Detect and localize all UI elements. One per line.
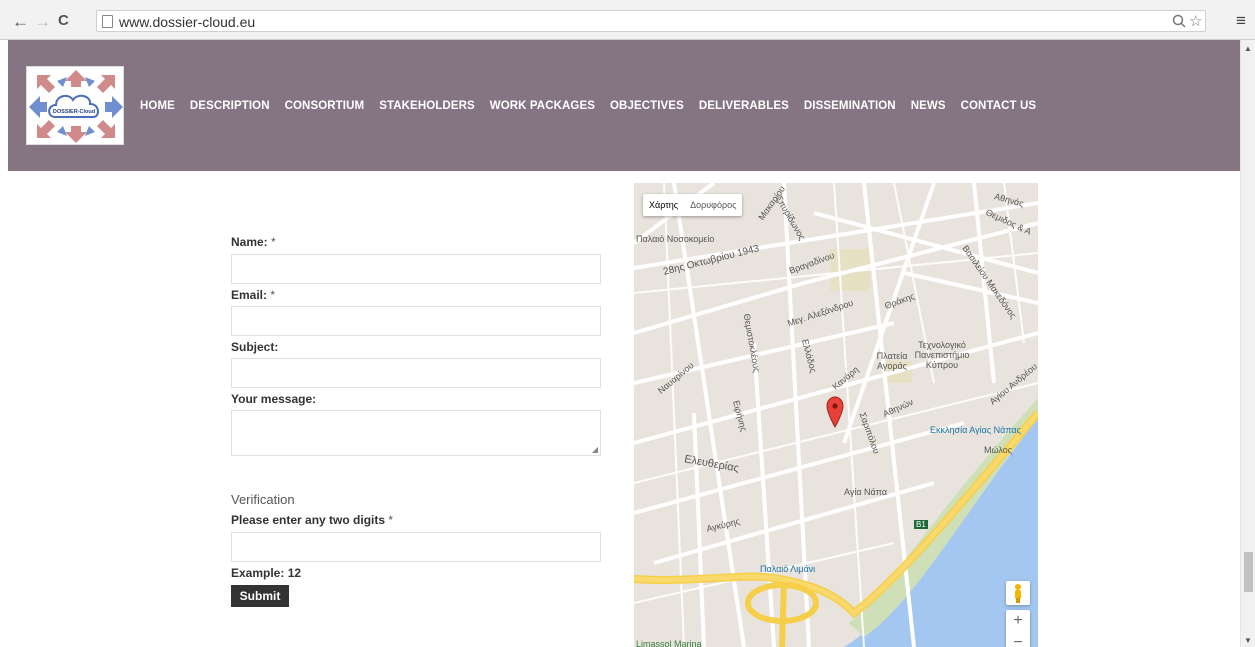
scroll-thumb[interactable] [1244,552,1253,592]
example-text: Example: 12 [231,566,302,580]
nav-consortium[interactable]: CONSORTIUM [285,100,365,112]
map-label: Παλαιό Λιμάνι [760,564,816,574]
resize-grip-icon[interactable]: ◢ [592,445,598,454]
url-text[interactable]: www.dossier-cloud.eu [119,14,255,30]
map-type-toggle: Χάρτης Δορυφόρος [643,194,743,216]
name-label: Name: * [231,235,276,249]
scroll-down-arrow-icon[interactable]: ▼ [1244,636,1252,645]
tab-satellite[interactable]: Δορυφόρος [684,194,742,216]
forward-button[interactable]: → [34,13,51,31]
nav-contact-us[interactable]: CONTACT US [961,100,1037,112]
site-header: DOSSIER-Cloud HOME DESCRIPTION CONSORTIU… [8,40,1240,171]
star-icon[interactable]: ☆ [1189,12,1202,30]
reload-button[interactable]: C [58,12,69,30]
map-label: Αγία Νάπα [844,487,888,497]
message-label: Your message: [231,392,317,406]
main-nav: HOME DESCRIPTION CONSORTIUM STAKEHOLDERS… [140,100,1036,112]
nav-dissemination[interactable]: DISSEMINATION [804,100,896,112]
map-label: Τεχνολογικό Πανεπιστήμιο Κύπρου [914,340,970,370]
map-label: Εκκλησία Αγίας Νάπας [930,425,1021,435]
name-field[interactable] [231,254,601,284]
email-label: Email: * [231,288,276,302]
road-shield: Β1 [914,520,928,529]
page-scrollbar[interactable]: ▲ ▼ [1240,40,1255,647]
digits-field[interactable] [231,532,601,562]
map-pin-icon[interactable] [826,396,844,433]
digits-label: Please enter any two digits * [231,513,394,527]
map-zoom-control: + − [1006,610,1030,647]
nav-home[interactable]: HOME [140,100,175,112]
map-label: Παλαιό Νοσοκομείο [636,234,715,244]
nav-description[interactable]: DESCRIPTION [190,100,270,112]
nav-stakeholders[interactable]: STAKEHOLDERS [379,100,475,112]
address-bar[interactable]: www.dossier-cloud.eu ☆ [96,10,1206,32]
page-icon [102,15,113,28]
google-map[interactable]: Χάρτης Δορυφόρος Παλαιό Νοσοκομείο 28ης … [634,183,1038,647]
message-field[interactable]: ◢ [231,410,601,456]
submit-button[interactable]: Submit [231,585,289,607]
nav-work-packages[interactable]: WORK PACKAGES [490,100,595,112]
logo-text: DOSSIER-Cloud [53,109,95,115]
dossier-cloud-logo[interactable]: DOSSIER-Cloud [26,66,124,145]
verification-title: Verification [231,492,295,507]
hamburger-menu-icon[interactable]: ≡ [1236,11,1246,31]
zoom-out-button[interactable]: − [1006,632,1030,647]
zoom-in-button[interactable]: + [1006,610,1030,632]
magnifier-icon[interactable] [1172,14,1186,32]
street-view-pegman-icon[interactable] [1006,581,1030,605]
nav-objectives[interactable]: OBJECTIVES [610,100,684,112]
subject-label: Subject: [231,340,279,354]
nav-deliverables[interactable]: DELIVERABLES [699,100,789,112]
email-field[interactable] [231,306,601,336]
back-button[interactable]: ← [12,13,29,31]
browser-toolbar: ← → C www.dossier-cloud.eu ☆ ≡ [0,0,1255,40]
nav-news[interactable]: NEWS [911,100,946,112]
subject-field[interactable] [231,358,601,388]
scroll-up-arrow-icon[interactable]: ▲ [1244,44,1252,53]
tab-map[interactable]: Χάρτης [643,194,684,216]
map-label: Limassol Marina [636,639,702,647]
map-label: Μώλος [984,445,1013,455]
